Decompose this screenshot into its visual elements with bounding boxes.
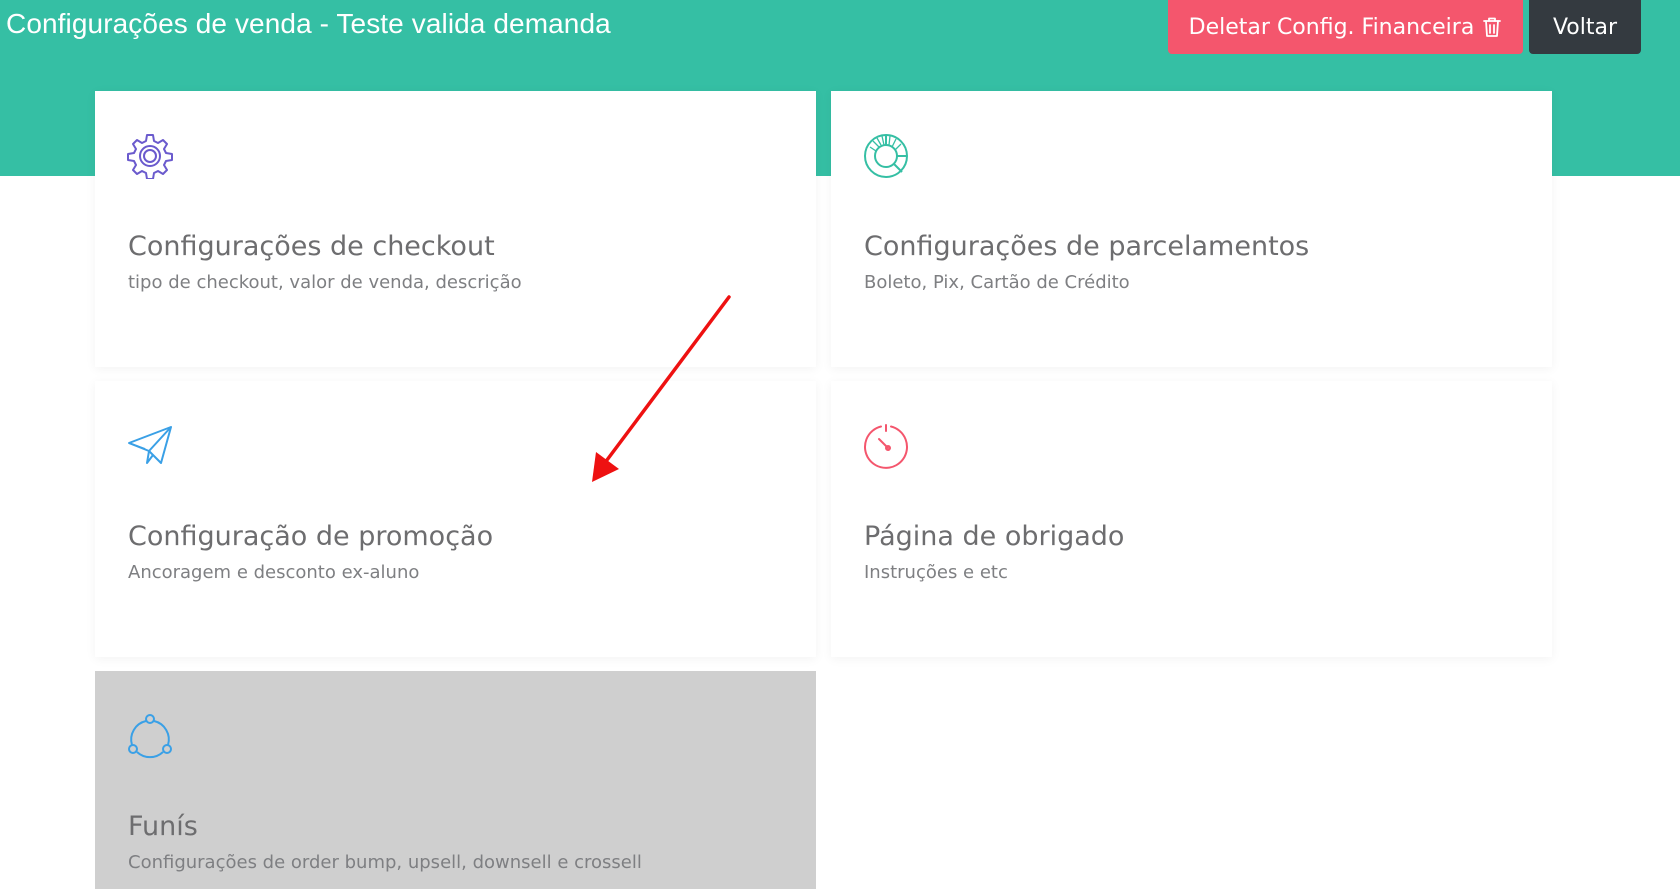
gauge-icon bbox=[864, 424, 908, 469]
back-button-label: Voltar bbox=[1552, 14, 1618, 40]
delete-financial-config-button[interactable]: Deletar Config. Financeira bbox=[1168, 0, 1523, 54]
gear-icon bbox=[127, 134, 173, 179]
delete-button-label: Deletar Config. Financeira bbox=[1188, 14, 1475, 40]
card-checkout-settings[interactable]: Configurações de checkout tipo de checko… bbox=[95, 91, 816, 367]
card-title: Configurações de parcelamentos bbox=[864, 231, 1310, 262]
card-title: Página de obrigado bbox=[864, 521, 1125, 552]
pie-chart-icon bbox=[864, 134, 908, 178]
card-description: Configurações de order bump, upsell, dow… bbox=[128, 852, 642, 873]
card-funnels[interactable]: Funís Configurações de order bump, upsel… bbox=[95, 671, 816, 889]
card-title: Configurações de checkout bbox=[128, 231, 495, 262]
card-thank-you-page[interactable]: Página de obrigado Instruções e etc bbox=[831, 381, 1552, 657]
paper-plane-icon bbox=[128, 426, 172, 464]
card-title: Funís bbox=[128, 811, 198, 842]
card-description: Boleto, Pix, Cartão de Crédito bbox=[864, 272, 1130, 293]
page-title: Configurações de venda - Teste valida de… bbox=[6, 8, 611, 39]
card-description: Ancoragem e desconto ex-aluno bbox=[128, 562, 420, 583]
share-nodes-icon bbox=[128, 714, 172, 759]
card-promotion-settings[interactable]: Configuração de promoção Ancoragem e des… bbox=[95, 381, 816, 657]
back-button[interactable]: Voltar bbox=[1529, 0, 1641, 54]
card-description: tipo de checkout, valor de venda, descri… bbox=[128, 272, 522, 293]
card-description: Instruções e etc bbox=[864, 562, 1008, 583]
card-title: Configuração de promoção bbox=[128, 521, 494, 552]
trash-icon bbox=[1483, 17, 1502, 37]
card-installment-settings[interactable]: Configurações de parcelamentos Boleto, P… bbox=[831, 91, 1552, 367]
page: Configurações de venda - Teste valida de… bbox=[0, 0, 1680, 889]
